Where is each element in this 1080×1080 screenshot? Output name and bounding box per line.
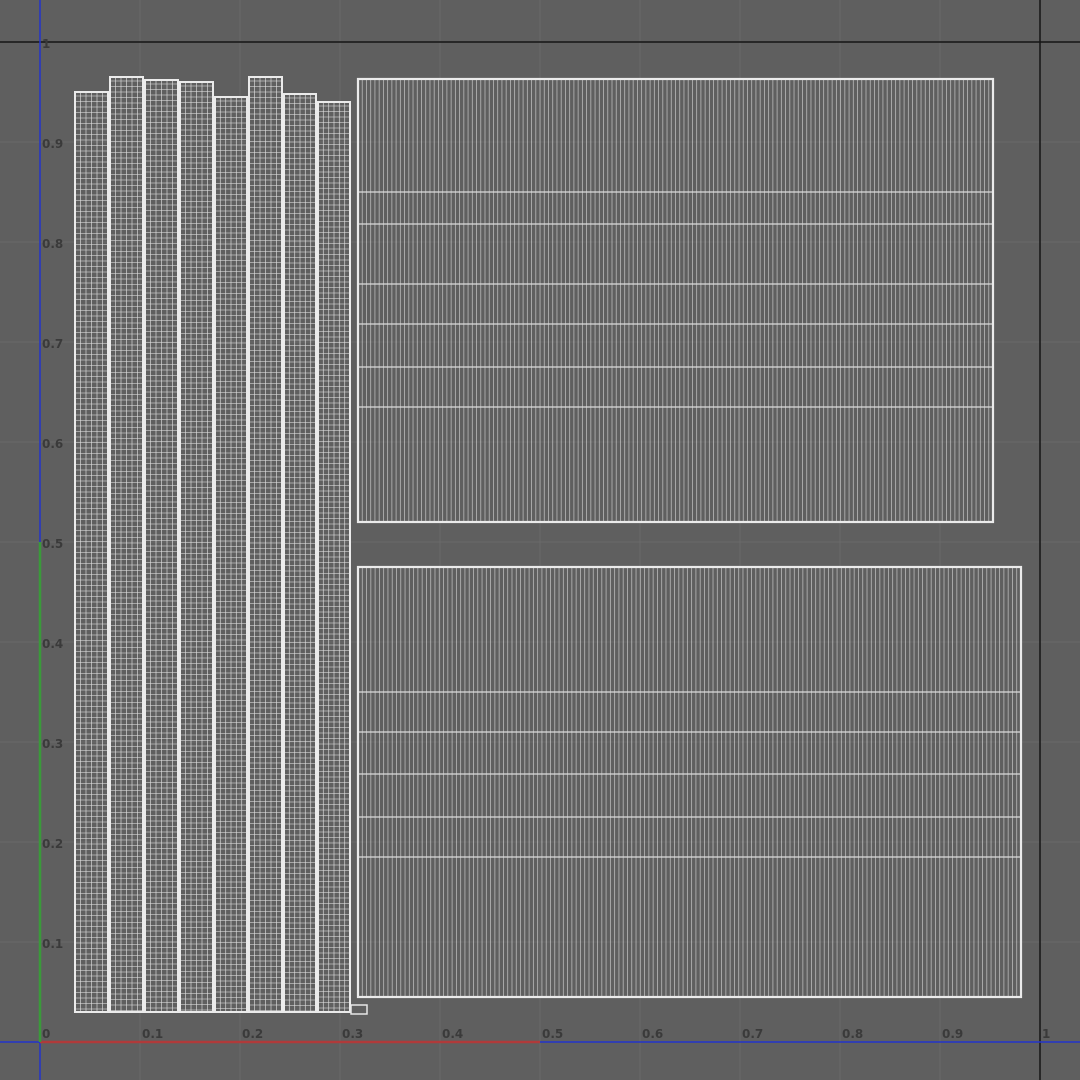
v-tick-label: 1 [42,37,50,51]
u-tick-label: 0.8 [842,1027,863,1041]
island-outline [350,1004,368,1015]
u-tick-label: 0.1 [142,1027,163,1041]
v-tick-label: 0.4 [42,637,63,651]
u-tick-label: 1 [1042,1027,1050,1041]
uv-island-panel-bottom[interactable] [356,565,1023,999]
u-tick-label: 0.2 [242,1027,263,1041]
u-tick-label: 0.5 [542,1027,563,1041]
uv-mesh-layer[interactable] [74,76,1023,1015]
u-tick-label: 0 [42,1027,50,1041]
uv-island-strip[interactable] [248,76,283,1013]
uv-canvas[interactable]: 0 0.1 0.2 0.3 0.4 0.5 0.6 0.7 0.8 0.9 1 0.1 0.2 0.3 0.… [0,0,1080,1080]
u-tick-label: 0.3 [342,1027,363,1041]
u-tick-label: 0.6 [642,1027,663,1041]
uv-island-fragment[interactable] [350,1004,368,1015]
v-tick-label: 0.2 [42,837,63,851]
v-tick-label: 0.9 [42,137,63,151]
v-tick-label: 0.3 [42,737,63,751]
uv-island-panel-top[interactable] [356,77,995,524]
uv-island-strip[interactable] [317,101,351,1013]
v-tick-label: 0.8 [42,237,63,251]
u-tick-label: 0.4 [442,1027,463,1041]
v-tick-label: 0.6 [42,437,63,451]
v-tick-label: 0.7 [42,337,63,351]
v-tick-label: 0.5 [42,537,63,551]
u-tick-label: 0.9 [942,1027,963,1041]
uv-island-strip[interactable] [109,76,144,1013]
uv-island-strip[interactable] [74,91,109,1013]
u-tick-label: 0.7 [742,1027,763,1041]
v-tick-label: 0.1 [42,937,63,951]
uv-viewport[interactable]: 0 0.1 0.2 0.3 0.4 0.5 0.6 0.7 0.8 0.9 1 0.1 0.2 0.3 0.… [0,0,1080,1080]
uv-island-strip[interactable] [179,81,214,1013]
island-outline [356,565,1023,999]
uv-island-strip[interactable] [144,79,179,1013]
uv-island-strip[interactable] [214,96,248,1013]
uv-island-strip[interactable] [283,93,317,1013]
